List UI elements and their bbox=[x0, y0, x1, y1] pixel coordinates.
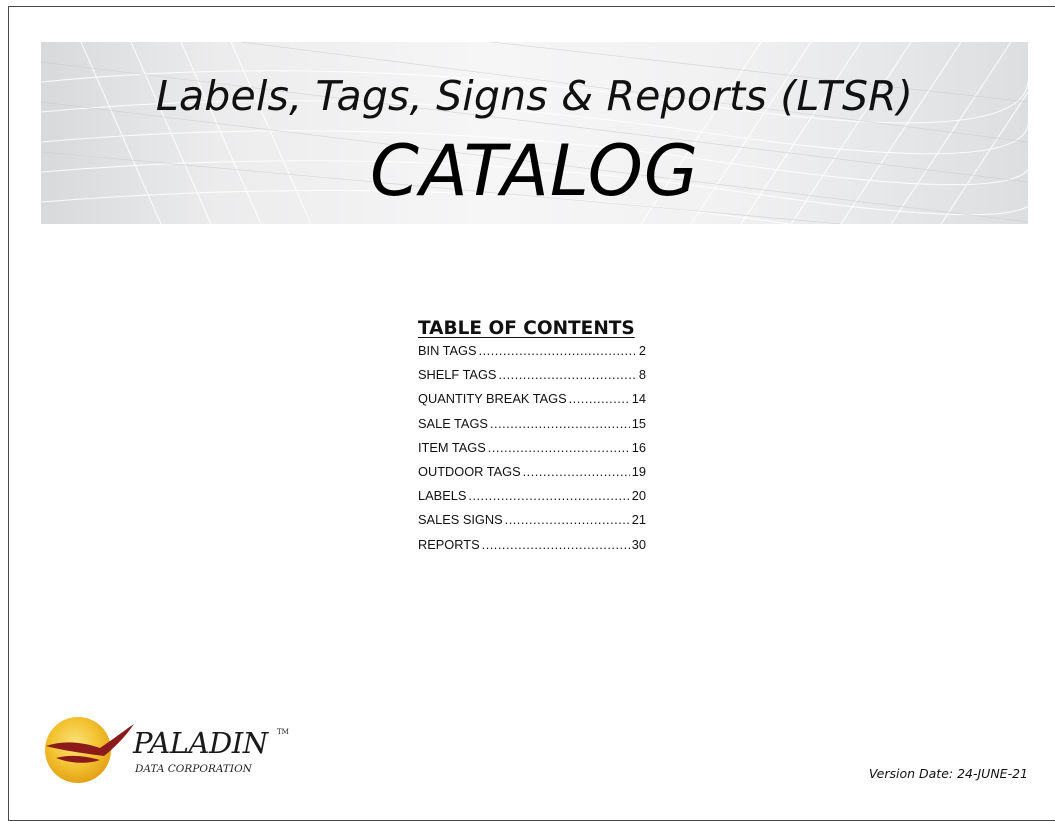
toc-entry-quantity-break-tags[interactable]: QUANTITY BREAK TAGS ....................… bbox=[418, 391, 646, 415]
toc-leader-dots: ........................................… bbox=[504, 512, 630, 528]
toc-leader-dots: ........................................… bbox=[568, 391, 630, 407]
toc-entry-page: 30 bbox=[631, 536, 646, 552]
toc-leader-dots: ........................................… bbox=[478, 343, 637, 358]
toc-entry-label: BIN TAGS bbox=[418, 343, 477, 358]
toc-entry-label: SALES SIGNS bbox=[418, 512, 503, 528]
toc-entry-page: 8 bbox=[638, 367, 646, 383]
logo-trademark: TM bbox=[277, 728, 289, 736]
toc-entry-sale-tags[interactable]: SALE TAGS ..............................… bbox=[418, 416, 646, 440]
toc-leader-dots: ........................................… bbox=[498, 367, 637, 383]
toc-heading: TABLE OF CONTENTS bbox=[418, 318, 635, 339]
toc-entry-label: ITEM TAGS bbox=[418, 439, 486, 455]
toc-leader-dots: ........................................… bbox=[481, 536, 630, 552]
toc-entry-outdoor-tags[interactable]: OUTDOOR TAGS ...........................… bbox=[418, 464, 646, 488]
toc-entry-reports[interactable]: REPORTS ................................… bbox=[418, 537, 646, 561]
version-date: Version Date: 24-JUNE-21 bbox=[868, 766, 1028, 781]
catalog-title: Labels, Tags, Signs & Reports (LTSR) bbox=[155, 72, 914, 120]
logo-subtitle: DATA CORPORATION bbox=[135, 763, 252, 775]
toc-entry-page: 14 bbox=[631, 391, 646, 407]
toc-entry-page: 19 bbox=[631, 463, 646, 479]
toc-entry-page: 16 bbox=[631, 439, 646, 455]
toc-entry-page: 21 bbox=[631, 512, 646, 528]
toc-leader-dots: ........................................… bbox=[468, 488, 629, 504]
table-of-contents: TABLE OF CONTENTS BIN TAGS .............… bbox=[418, 318, 646, 561]
logo-name: PALADIN bbox=[133, 726, 268, 760]
toc-entry-page: 20 bbox=[631, 488, 646, 504]
toc-entry-label: OUTDOOR TAGS bbox=[418, 463, 521, 479]
toc-list: BIN TAGS ...............................… bbox=[418, 343, 646, 561]
catalog-heading: CATALOG bbox=[369, 130, 700, 212]
toc-entry-label: QUANTITY BREAK TAGS bbox=[418, 391, 567, 407]
toc-entry-label: SHELF TAGS bbox=[418, 367, 497, 383]
toc-entry-label: LABELS bbox=[418, 488, 467, 504]
paladin-logo: PALADIN TM DATA CORPORATION bbox=[42, 712, 302, 792]
toc-entry-bin-tags[interactable]: BIN TAGS ...............................… bbox=[418, 343, 646, 367]
toc-entry-shelf-tags[interactable]: SHELF TAGS .............................… bbox=[418, 367, 646, 391]
toc-leader-dots: ........................................… bbox=[522, 463, 630, 479]
paladin-emblem-icon bbox=[45, 717, 134, 783]
toc-entry-labels[interactable]: LABELS .................................… bbox=[418, 488, 646, 512]
toc-entry-sales-signs[interactable]: SALES SIGNS ............................… bbox=[418, 512, 646, 536]
toc-leader-dots: ........................................… bbox=[487, 439, 630, 455]
toc-entry-page: 2 bbox=[638, 343, 646, 358]
toc-entry-item-tags[interactable]: ITEM TAGS ..............................… bbox=[418, 440, 646, 464]
toc-entry-label: SALE TAGS bbox=[418, 415, 488, 431]
toc-leader-dots: ........................................… bbox=[489, 415, 630, 431]
toc-entry-page: 15 bbox=[631, 415, 646, 431]
toc-entry-label: REPORTS bbox=[418, 536, 480, 552]
header-banner: Labels, Tags, Signs & Reports (LTSR) CAT… bbox=[41, 42, 1028, 224]
